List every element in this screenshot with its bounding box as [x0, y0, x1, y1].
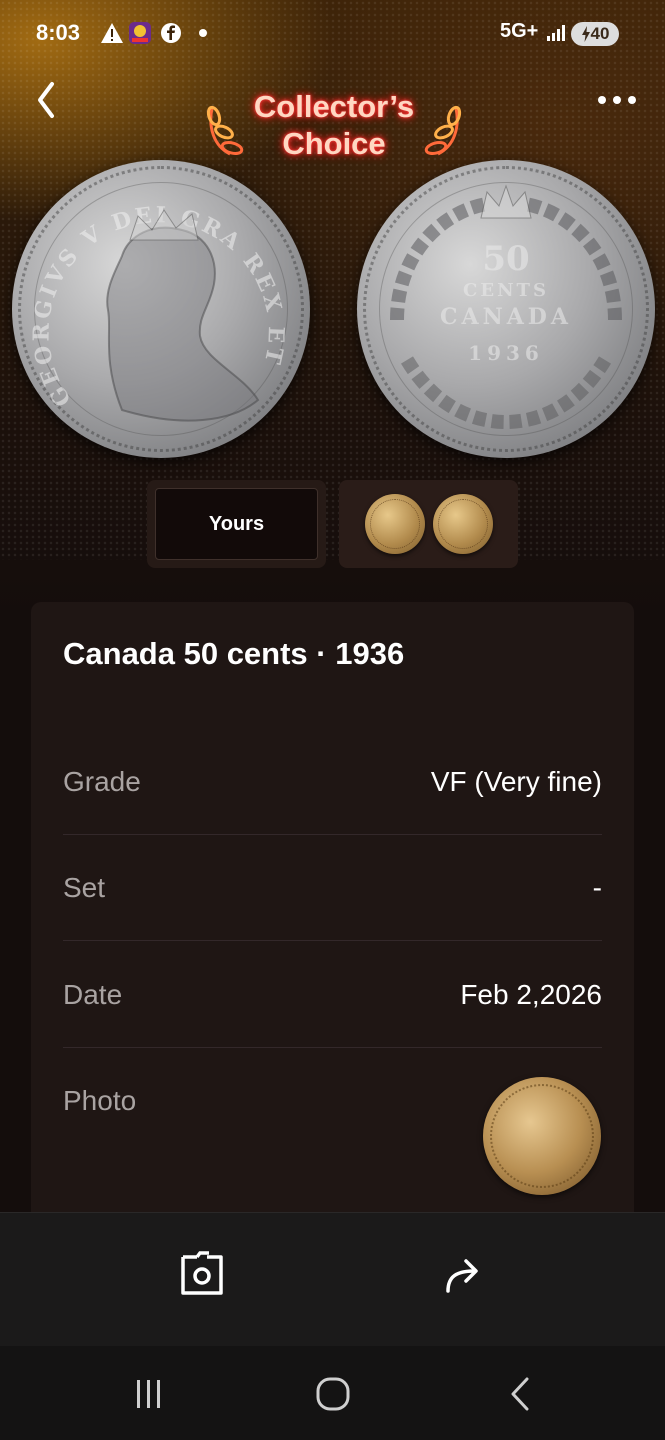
tab-yours-label: Yours	[155, 488, 318, 560]
detail-label: Date	[63, 979, 123, 1010]
detail-row-set[interactable]: Set -	[63, 834, 602, 941]
coin-reverse-value: 50	[482, 239, 529, 279]
tab-yours[interactable]: Yours	[147, 480, 326, 568]
action-bar	[0, 1212, 665, 1347]
detail-row-date[interactable]: Date Feb 2,2026	[63, 941, 602, 1048]
chevron-left-icon	[38, 82, 54, 118]
share-button[interactable]	[438, 1249, 488, 1299]
home-button[interactable]	[311, 1372, 355, 1416]
tab-reference-coins[interactable]	[339, 480, 518, 568]
coin-reverse-cents: CENTS	[463, 280, 549, 301]
more-dots-icon	[598, 96, 636, 104]
coin-details-card: Canada 50 cents · 1936 Grade VF (Very fi…	[31, 602, 634, 1242]
detail-value: VF (Very fine)	[430, 766, 602, 797]
detail-label: Photo	[63, 1085, 137, 1116]
slots-app-icon	[127, 20, 153, 46]
status-time: 8:03	[36, 20, 81, 45]
recent-apps-button[interactable]	[126, 1372, 170, 1416]
collectors-choice-logo: Collector’s Choice	[206, 88, 462, 164]
coin-reverse-image[interactable]: 50 CENTS CANADA 1936	[357, 160, 655, 458]
share-icon	[446, 1259, 478, 1293]
camera-frame-icon	[181, 1251, 223, 1295]
network-type: 5G+	[500, 20, 539, 42]
signal-icon	[546, 24, 566, 47]
dot-icon	[190, 20, 216, 46]
coin-reverse-year: 1936	[468, 341, 544, 365]
user-coin-photo[interactable]	[483, 1077, 601, 1195]
battery-level: 40	[590, 24, 610, 43]
charging-icon	[581, 26, 590, 42]
detail-value: Feb 2,2026	[460, 979, 602, 1010]
facebook-icon	[158, 20, 184, 46]
more-options-button[interactable]	[594, 90, 642, 110]
detail-value: -	[592, 872, 602, 903]
recent-apps-icon	[137, 1380, 160, 1408]
retake-photo-button[interactable]	[177, 1249, 227, 1299]
detail-label: Grade	[63, 766, 141, 797]
coin-reverse-country: CANADA	[440, 304, 572, 330]
system-nav-bar	[0, 1346, 665, 1440]
reference-reverse-thumbnail	[432, 494, 493, 554]
nav-back-button[interactable]	[498, 1372, 542, 1416]
home-icon	[316, 1377, 350, 1411]
battery-indicator: 40	[571, 22, 619, 46]
coin-obverse-image[interactable]: GEORGIVS V DEI GRA REX ET IND IMP	[12, 160, 310, 458]
coin-obverse-art: GEORGIVS V DEI GRA REX ET IND IMP	[12, 160, 286, 422]
detail-label: Set	[63, 872, 106, 903]
detail-row-grade[interactable]: Grade VF (Very fine)	[63, 728, 602, 835]
coin-title: Canada 50 cents · 1936	[63, 636, 405, 671]
laurel-left-icon	[206, 105, 244, 156]
back-icon	[511, 1377, 529, 1411]
coin-reverse-art: 50 CENTS CANADA 1936	[390, 184, 622, 430]
laurel-right-icon	[424, 105, 462, 156]
back-button[interactable]	[30, 80, 64, 120]
reference-obverse-thumbnail	[364, 494, 425, 554]
status-bar: 8:03 5G+ 40	[0, 0, 665, 68]
warning-icon	[99, 20, 125, 46]
